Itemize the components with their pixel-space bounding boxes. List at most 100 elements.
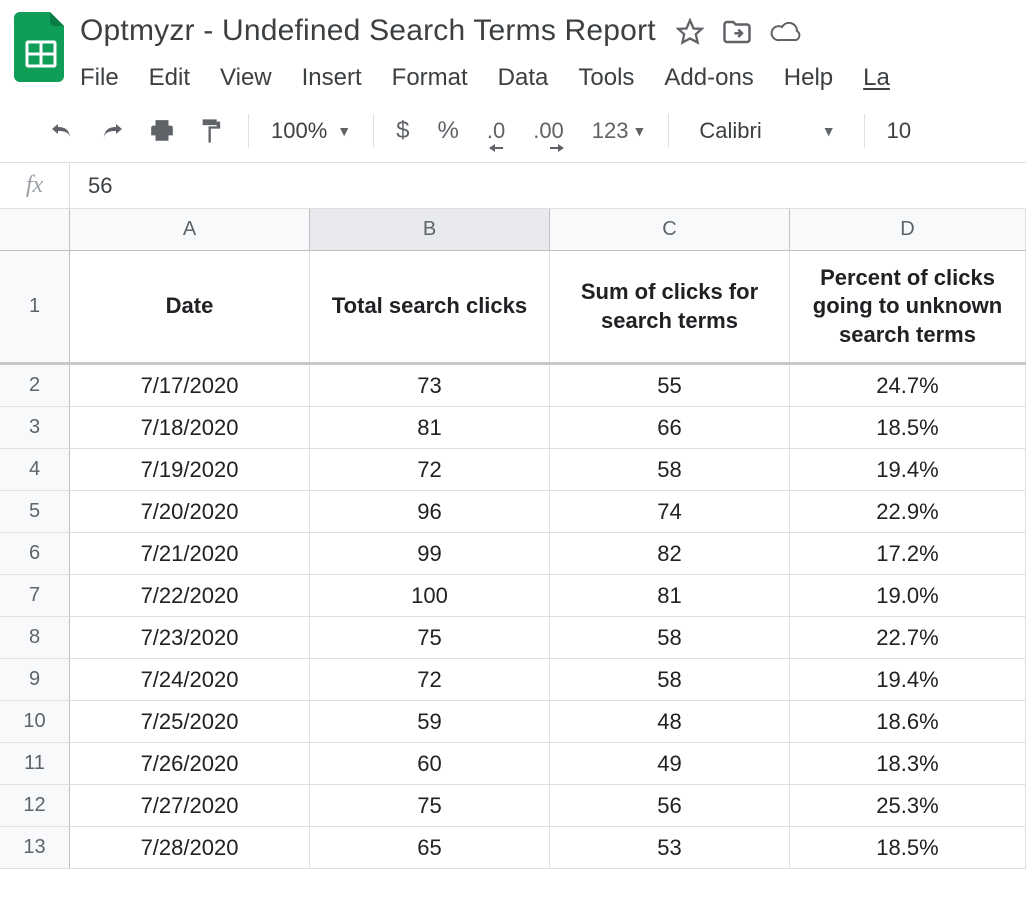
cell[interactable]: 22.9% bbox=[790, 491, 1026, 532]
font-selector[interactable]: Calibri ▼ bbox=[679, 118, 853, 144]
row-header[interactable]: 13 bbox=[0, 827, 70, 868]
cell[interactable]: 22.7% bbox=[790, 617, 1026, 658]
cell[interactable]: 7/27/2020 bbox=[70, 785, 310, 826]
cell[interactable]: 100 bbox=[310, 575, 550, 616]
cell[interactable]: 59 bbox=[310, 701, 550, 742]
cell[interactable]: 96 bbox=[310, 491, 550, 532]
zoom-selector[interactable]: 100% ▼ bbox=[259, 118, 363, 144]
cell[interactable]: 7/24/2020 bbox=[70, 659, 310, 700]
cell[interactable]: 25.3% bbox=[790, 785, 1026, 826]
cell[interactable]: 66 bbox=[550, 407, 790, 448]
cell[interactable]: 74 bbox=[550, 491, 790, 532]
cloud-saved-icon[interactable] bbox=[770, 20, 802, 44]
cell[interactable]: 73 bbox=[310, 365, 550, 406]
header-cell-sum-clicks[interactable]: Sum of clicks for search terms bbox=[550, 251, 790, 362]
cell[interactable]: 58 bbox=[550, 659, 790, 700]
row-header[interactable]: 12 bbox=[0, 785, 70, 826]
cell[interactable]: 7/21/2020 bbox=[70, 533, 310, 574]
row-header[interactable]: 7 bbox=[0, 575, 70, 616]
cell[interactable]: 60 bbox=[310, 743, 550, 784]
cell[interactable]: 81 bbox=[550, 575, 790, 616]
cell[interactable]: 55 bbox=[550, 365, 790, 406]
row-header[interactable]: 8 bbox=[0, 617, 70, 658]
cell[interactable]: 18.5% bbox=[790, 827, 1026, 868]
paint-format-icon[interactable] bbox=[198, 117, 226, 145]
formula-input[interactable]: 56 bbox=[70, 173, 112, 199]
col-header-A[interactable]: A bbox=[70, 209, 310, 250]
cell[interactable]: 72 bbox=[310, 449, 550, 490]
menu-last-truncated[interactable]: La bbox=[863, 64, 890, 92]
row-header[interactable]: 11 bbox=[0, 743, 70, 784]
menu-addons[interactable]: Add-ons bbox=[664, 64, 753, 92]
row-header[interactable]: 6 bbox=[0, 533, 70, 574]
cell[interactable]: 7/23/2020 bbox=[70, 617, 310, 658]
fx-label[interactable]: fx bbox=[0, 163, 70, 208]
cell[interactable]: 7/17/2020 bbox=[70, 365, 310, 406]
col-header-C[interactable]: C bbox=[550, 209, 790, 250]
star-icon[interactable] bbox=[676, 18, 704, 46]
row-header[interactable]: 3 bbox=[0, 407, 70, 448]
header-cell-total-clicks[interactable]: Total search clicks bbox=[310, 251, 550, 362]
menu-insert[interactable]: Insert bbox=[302, 64, 362, 92]
cell[interactable]: 19.4% bbox=[790, 449, 1026, 490]
font-size-selector[interactable]: 10 bbox=[875, 118, 923, 144]
cell[interactable]: 7/20/2020 bbox=[70, 491, 310, 532]
menu-view[interactable]: View bbox=[220, 64, 272, 92]
cell[interactable]: 75 bbox=[310, 617, 550, 658]
col-header-D[interactable]: D bbox=[790, 209, 1026, 250]
increase-decimal-button[interactable]: .00 bbox=[533, 118, 564, 144]
menu-tools[interactable]: Tools bbox=[578, 64, 634, 92]
cell[interactable]: 48 bbox=[550, 701, 790, 742]
menu-format[interactable]: Format bbox=[392, 64, 468, 92]
menu-help[interactable]: Help bbox=[784, 64, 833, 92]
cell[interactable]: 7/28/2020 bbox=[70, 827, 310, 868]
cell[interactable]: 7/26/2020 bbox=[70, 743, 310, 784]
cell[interactable]: 72 bbox=[310, 659, 550, 700]
cell[interactable]: 18.3% bbox=[790, 743, 1026, 784]
cell[interactable]: 99 bbox=[310, 533, 550, 574]
header-cell-date[interactable]: Date bbox=[70, 251, 310, 362]
row-header[interactable]: 9 bbox=[0, 659, 70, 700]
row-header[interactable]: 2 bbox=[0, 365, 70, 406]
cell[interactable]: 18.5% bbox=[790, 407, 1026, 448]
move-folder-icon[interactable] bbox=[722, 19, 752, 45]
document-title[interactable]: Optmyzr - Undefined Search Terms Report bbox=[72, 8, 664, 50]
cell[interactable]: 7/19/2020 bbox=[70, 449, 310, 490]
menu-data[interactable]: Data bbox=[498, 64, 549, 92]
more-formats-button[interactable]: 123 ▼ bbox=[592, 118, 647, 144]
col-header-B[interactable]: B bbox=[310, 209, 550, 250]
cell[interactable]: 19.4% bbox=[790, 659, 1026, 700]
cell[interactable]: 56 bbox=[550, 785, 790, 826]
cell[interactable]: 53 bbox=[550, 827, 790, 868]
undo-icon[interactable] bbox=[48, 120, 76, 142]
format-percent-button[interactable]: % bbox=[438, 117, 459, 145]
cell[interactable]: 24.7% bbox=[790, 365, 1026, 406]
cell[interactable]: 49 bbox=[550, 743, 790, 784]
cell[interactable]: 58 bbox=[550, 449, 790, 490]
sheets-logo[interactable] bbox=[10, 8, 72, 88]
menu-file[interactable]: File bbox=[80, 64, 119, 92]
decrease-decimal-button[interactable]: .0 bbox=[487, 118, 505, 144]
table-row: 8 7/23/2020 75 58 22.7% bbox=[0, 617, 1026, 659]
print-icon[interactable] bbox=[148, 118, 176, 144]
cell[interactable]: 65 bbox=[310, 827, 550, 868]
cell[interactable]: 7/18/2020 bbox=[70, 407, 310, 448]
cell[interactable]: 58 bbox=[550, 617, 790, 658]
redo-icon[interactable] bbox=[98, 120, 126, 142]
menu-edit[interactable]: Edit bbox=[149, 64, 190, 92]
row-header[interactable]: 4 bbox=[0, 449, 70, 490]
cell[interactable]: 82 bbox=[550, 533, 790, 574]
cell[interactable]: 75 bbox=[310, 785, 550, 826]
cell[interactable]: 7/22/2020 bbox=[70, 575, 310, 616]
cell[interactable]: 18.6% bbox=[790, 701, 1026, 742]
header-cell-percent-unknown[interactable]: Percent of clicks going to unknown searc… bbox=[790, 251, 1026, 362]
cell[interactable]: 17.2% bbox=[790, 533, 1026, 574]
row-header-1[interactable]: 1 bbox=[0, 251, 70, 362]
row-header[interactable]: 5 bbox=[0, 491, 70, 532]
format-currency-button[interactable]: $ bbox=[396, 117, 409, 145]
cell[interactable]: 81 bbox=[310, 407, 550, 448]
row-header[interactable]: 10 bbox=[0, 701, 70, 742]
select-all-corner[interactable] bbox=[0, 209, 70, 250]
cell[interactable]: 7/25/2020 bbox=[70, 701, 310, 742]
cell[interactable]: 19.0% bbox=[790, 575, 1026, 616]
